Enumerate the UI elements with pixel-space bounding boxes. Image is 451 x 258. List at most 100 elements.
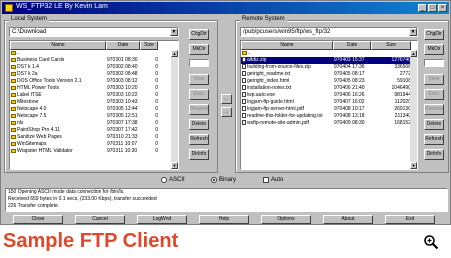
local-rename-button[interactable]: Rename xyxy=(189,104,209,115)
local-file-row[interactable]: DS7 k 1.4 970302 08:40 0 xyxy=(10,64,178,71)
remote-refresh-button[interactable]: Refresh xyxy=(424,134,444,145)
remote-scrollbar[interactable]: ▲ ▼ xyxy=(410,50,417,169)
local-file-row[interactable]: HTML Power Tools 970303 10:20 0 xyxy=(10,85,178,92)
file-size: 0 xyxy=(155,78,158,84)
file-name: Wrapster HTML Validator xyxy=(10,148,106,155)
local-view-button[interactable]: View xyxy=(189,74,209,85)
local-file-row[interactable]: .. xyxy=(10,50,178,57)
local-file-row[interactable]: nls 970307 17:38 0 xyxy=(10,120,178,127)
local-path-combo[interactable]: C:\Download ▼ xyxy=(9,27,179,37)
remote-file-row[interactable]: installation-notes.txt 970406 21:40 104649… xyxy=(241,85,417,92)
file-size: 0 xyxy=(155,120,158,126)
local-file-row[interactable]: Sanitize Web Pages 970310 21:33 0 xyxy=(10,134,178,141)
transfer-left-button[interactable]: ← xyxy=(221,94,232,104)
remote-path-combo[interactable]: /pub/pcusers/win95/ftp/ws_ftp/32 ▼ xyxy=(240,27,418,37)
remote-file-row[interactable]: altdiz.zip 970403 15:37 1276740 xyxy=(241,57,417,64)
scroll-down-icon[interactable]: ▼ xyxy=(171,162,178,169)
maximize-button[interactable]: □ xyxy=(428,4,437,12)
remote-file-row[interactable]: getright_index.html 970405 08:23 59108 xyxy=(241,78,417,85)
magnifier-plus-icon[interactable] xyxy=(423,234,439,250)
local-file-row[interactable]: Wrapster HTML Validator 970311 10:30 0 xyxy=(10,148,178,155)
mode-binary-radio[interactable]: Binary xyxy=(211,177,236,183)
remote-chgdir-button[interactable]: ChgDir xyxy=(424,29,444,40)
local-file-row[interactable]: DOS Office Tools Version 2.1 970303 08:12… xyxy=(10,78,178,85)
remote-file-row[interactable]: lwp.auto.exe 970406 16:26 981944 xyxy=(241,92,417,99)
remote-col-size[interactable]: Size xyxy=(371,41,411,50)
local-exec-button[interactable]: Exec xyxy=(189,89,209,100)
remote-file-row[interactable]: logjam-ftp-server-html.pdf 970408 10:17 26… xyxy=(241,106,417,113)
scroll-up-icon[interactable]: ▲ xyxy=(410,50,417,57)
logwnd-button[interactable]: LogWnd xyxy=(137,215,187,224)
local-file-row[interactable]: Netscape 7.5 970305 12:51 0 xyxy=(10,113,178,120)
about-button[interactable]: About xyxy=(323,215,373,224)
scroll-up-icon[interactable]: ▲ xyxy=(171,50,178,57)
close-button[interactable]: Close xyxy=(13,215,63,224)
remote-file-row[interactable]: .. xyxy=(241,50,417,57)
local-file-row[interactable]: Label ITSE 970303 10:22 0 xyxy=(10,92,178,99)
minimize-button[interactable]: _ xyxy=(418,4,427,12)
local-file-list[interactable]: Name Date Size .. Business Card Cards 9703… xyxy=(9,40,179,170)
file-date: 970403 15:37 xyxy=(334,57,365,63)
local-col-name[interactable]: Name xyxy=(10,41,106,50)
remote-col-name[interactable]: Name xyxy=(241,41,333,50)
local-chgdir-button[interactable]: ChgDir xyxy=(189,29,209,40)
local-file-row[interactable]: Milestone 970303 10:43 0 xyxy=(10,99,178,106)
folder-icon xyxy=(11,85,16,90)
scroll-down-icon[interactable]: ▼ xyxy=(410,162,417,169)
remote-delete-button[interactable]: Delete xyxy=(424,119,444,130)
title-bar: WS_FTP32 LE By Kevin Lam _ □ × xyxy=(2,2,449,14)
chevron-down-icon[interactable]: ▼ xyxy=(409,28,417,36)
local-file-row[interactable]: WinSitemaps 970311 10:07 0 xyxy=(10,141,178,148)
session-log[interactable]: 150 Opening ASCII mode data connection f… xyxy=(5,188,448,212)
local-delete-button[interactable]: Delete xyxy=(189,119,209,130)
auto-checkbox[interactable]: Auto xyxy=(263,177,283,183)
file-size: 2772 xyxy=(399,71,411,77)
remote-file-row[interactable]: getright_readme.txt 970405 08:17 2772 xyxy=(241,71,417,78)
file-date: 970307 17:38 xyxy=(107,120,138,126)
document-icon xyxy=(242,92,246,98)
close-window-button[interactable]: × xyxy=(438,4,447,12)
remote-command-field[interactable] xyxy=(424,59,444,67)
local-command-field[interactable] xyxy=(189,59,209,67)
mode-ascii-radio[interactable]: ASCII xyxy=(161,177,185,183)
local-col-date[interactable]: Date xyxy=(106,41,140,50)
local-file-row[interactable]: Netscape 4.0 970305 12:44 0 xyxy=(10,106,178,113)
remote-view-button[interactable]: View xyxy=(424,74,444,85)
remote-rename-button[interactable]: Rename xyxy=(424,104,444,115)
folder-icon xyxy=(11,148,16,153)
remote-mkdir-button[interactable]: MkDir xyxy=(424,44,444,55)
transfer-right-button[interactable]: → xyxy=(221,107,232,117)
local-mkdir-button[interactable]: MkDir xyxy=(189,44,209,55)
local-scrollbar[interactable]: ▲ ▼ xyxy=(171,50,178,169)
remote-exec-button[interactable]: Exec xyxy=(424,89,444,100)
local-file-row[interactable]: PaintShop Pro 4.11 970307 17:42 0 xyxy=(10,127,178,134)
file-name: installation-notes.txt xyxy=(241,85,333,92)
remote-file-row[interactable]: readme-this-folder-for-updating.txt 97040… xyxy=(241,113,417,120)
remote-file-row[interactable]: building-from-source-files.zip 970404 17:… xyxy=(241,64,417,71)
file-size: 211340 xyxy=(394,113,411,119)
exit-button[interactable]: Exit xyxy=(385,215,435,224)
local-col-size[interactable]: Size xyxy=(140,41,158,50)
remote-file-list[interactable]: Name Date Size .. altdiz.zip 970403 15:37 1… xyxy=(240,40,418,170)
remote-file-row[interactable]: logjam-ftp-guide.html 970407 16:02 112020 xyxy=(241,99,417,106)
cancel-button[interactable]: Cancel xyxy=(75,215,125,224)
help-button[interactable]: Help xyxy=(199,215,249,224)
log-line: 150 Opening ASCII mode data connection f… xyxy=(8,189,125,195)
folder-icon xyxy=(11,134,16,139)
file-size: 0 xyxy=(155,113,158,119)
local-dirinfo-button[interactable]: DirInfo xyxy=(189,149,209,160)
local-refresh-button[interactable]: Refresh xyxy=(189,134,209,145)
remote-col-date[interactable]: Date xyxy=(333,41,371,50)
remote-file-row[interactable]: wsftp-remote-site-admin.pdf 970409 08:30 1… xyxy=(241,120,417,127)
options-button[interactable]: Options xyxy=(261,215,311,224)
local-file-row[interactable]: DS7 k 2a 970302 08:48 0 xyxy=(10,71,178,78)
local-file-row[interactable]: Business Card Cards 970301 08:30 0 xyxy=(10,57,178,64)
file-name: DOS Office Tools Version 2.1 xyxy=(10,78,106,85)
file-name: building-from-source-files.zip xyxy=(241,64,333,71)
parent-folder-icon xyxy=(11,50,16,55)
remote-dirinfo-button[interactable]: DirInfo xyxy=(424,149,444,160)
file-name: Sanitize Web Pages xyxy=(10,134,106,141)
file-size: 269136 xyxy=(394,106,411,112)
file-name-text: nls xyxy=(17,120,24,126)
chevron-down-icon[interactable]: ▼ xyxy=(170,28,178,36)
